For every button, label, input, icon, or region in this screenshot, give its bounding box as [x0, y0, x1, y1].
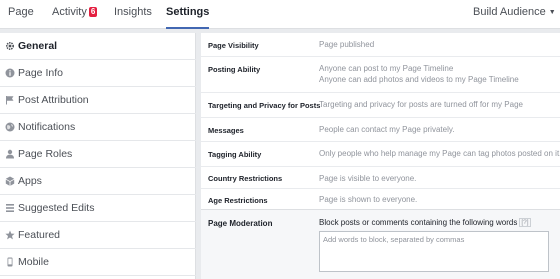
sidebar-item-post-attribution[interactable]: Post Attribution [0, 87, 196, 114]
page-moderation-section: Page Moderation Block posts or comments … [201, 209, 560, 279]
activity-count-badge: 6 [88, 7, 98, 17]
person-icon [6, 149, 14, 159]
page-top-navigation: Page Activity 6 Insights Settings Build A… [0, 0, 560, 29]
sidebar-item-label: Featured [18, 229, 61, 241]
tab-page-label: Page [8, 6, 34, 18]
globe-icon [5, 122, 15, 132]
setting-row-posting-ability[interactable]: Posting Ability Anyone can post to my Pa… [201, 57, 560, 93]
caret-down-icon: ▼ [548, 9, 556, 16]
tab-activity-label: Activity [52, 6, 87, 18]
setting-label: Page Moderation [208, 219, 273, 228]
setting-row-age-restrictions[interactable]: Age Restrictions Page is shown to everyo… [201, 189, 560, 209]
setting-label: Targeting and Privacy for Posts [208, 101, 321, 110]
edit-list-icon [6, 204, 14, 212]
sidebar-item-suggested-edits[interactable]: Suggested Edits [0, 195, 196, 222]
moderation-description: Block posts or comments containing the f… [319, 218, 531, 227]
setting-label: Age Restrictions [208, 196, 268, 205]
tab-insights[interactable]: Insights [114, 0, 152, 29]
sidebar-item-general[interactable]: General [0, 33, 196, 60]
setting-row-targeting-privacy[interactable]: Targeting and Privacy for Posts Targetin… [201, 93, 560, 118]
apps-cube-icon [5, 176, 15, 186]
setting-row-page-visibility[interactable]: Page Visibility Page published [201, 33, 560, 57]
tab-settings[interactable]: Settings [166, 0, 210, 29]
tab-activity[interactable]: Activity 6 [52, 0, 98, 29]
setting-value: Page published [319, 40, 375, 49]
sidebar-item-apps[interactable]: Apps [0, 168, 196, 195]
sidebar-item-featured[interactable]: Featured [0, 222, 196, 249]
sidebar-item-label: Mobile [18, 256, 49, 268]
sidebar-item-label: Page Info [18, 67, 63, 79]
setting-label: Page Visibility [208, 41, 259, 50]
sidebar-item-page-roles[interactable]: Page Roles [0, 141, 196, 168]
blocked-words-input[interactable] [319, 231, 549, 272]
sidebar-item-label: Page Roles [18, 148, 73, 160]
setting-value: Anyone can add photos and videos to my P… [319, 75, 519, 84]
setting-value: Page is shown to everyone. [319, 195, 418, 204]
setting-value: Only people who help manage my Page can … [319, 149, 560, 158]
sidebar-item-mobile[interactable]: Mobile [0, 249, 196, 276]
build-audience-label: Build Audience [473, 6, 546, 18]
sidebar-item-notifications[interactable]: Notifications [0, 114, 196, 141]
gear-icon [5, 41, 15, 51]
flag-icon [6, 96, 14, 105]
setting-row-messages[interactable]: Messages People can contact my Page priv… [201, 118, 560, 142]
star-icon [5, 230, 15, 240]
setting-label: Posting Ability [208, 65, 261, 74]
setting-value: Page is visible to everyone. [319, 174, 417, 183]
moderation-description-text: Block posts or comments containing the f… [319, 218, 518, 227]
tab-page[interactable]: Page [8, 0, 34, 29]
settings-sidebar: General Page Info Post Attribution Notif… [0, 33, 196, 279]
sidebar-item-label: General [18, 40, 58, 52]
setting-label: Country Restrictions [208, 174, 283, 183]
setting-value: People can contact my Page privately. [319, 125, 455, 134]
setting-value: Anyone can post to my Page Timeline [319, 64, 454, 73]
tab-settings-label: Settings [166, 6, 210, 18]
sidebar-item-page-info[interactable]: Page Info [0, 60, 196, 87]
general-settings-panel: Page Visibility Page published Posting A… [201, 33, 560, 279]
sidebar-item-label: Suggested Edits [18, 202, 95, 214]
setting-row-country-restrictions[interactable]: Country Restrictions Page is visible to … [201, 167, 560, 189]
sidebar-item-label: Post Attribution [18, 94, 89, 106]
mobile-phone-icon [7, 257, 13, 267]
sidebar-item-label: Apps [18, 175, 42, 187]
setting-label: Messages [208, 126, 244, 135]
setting-row-tagging-ability[interactable]: Tagging Ability Only people who help man… [201, 142, 560, 167]
setting-label: Tagging Ability [208, 150, 262, 159]
setting-value: Targeting and privacy for posts are turn… [319, 100, 523, 109]
help-link[interactable]: [?] [519, 218, 531, 227]
sidebar-item-label: Notifications [18, 121, 76, 133]
info-icon [5, 68, 15, 78]
build-audience-dropdown[interactable]: Build Audience ▼ [473, 0, 556, 29]
tab-insights-label: Insights [114, 6, 152, 18]
